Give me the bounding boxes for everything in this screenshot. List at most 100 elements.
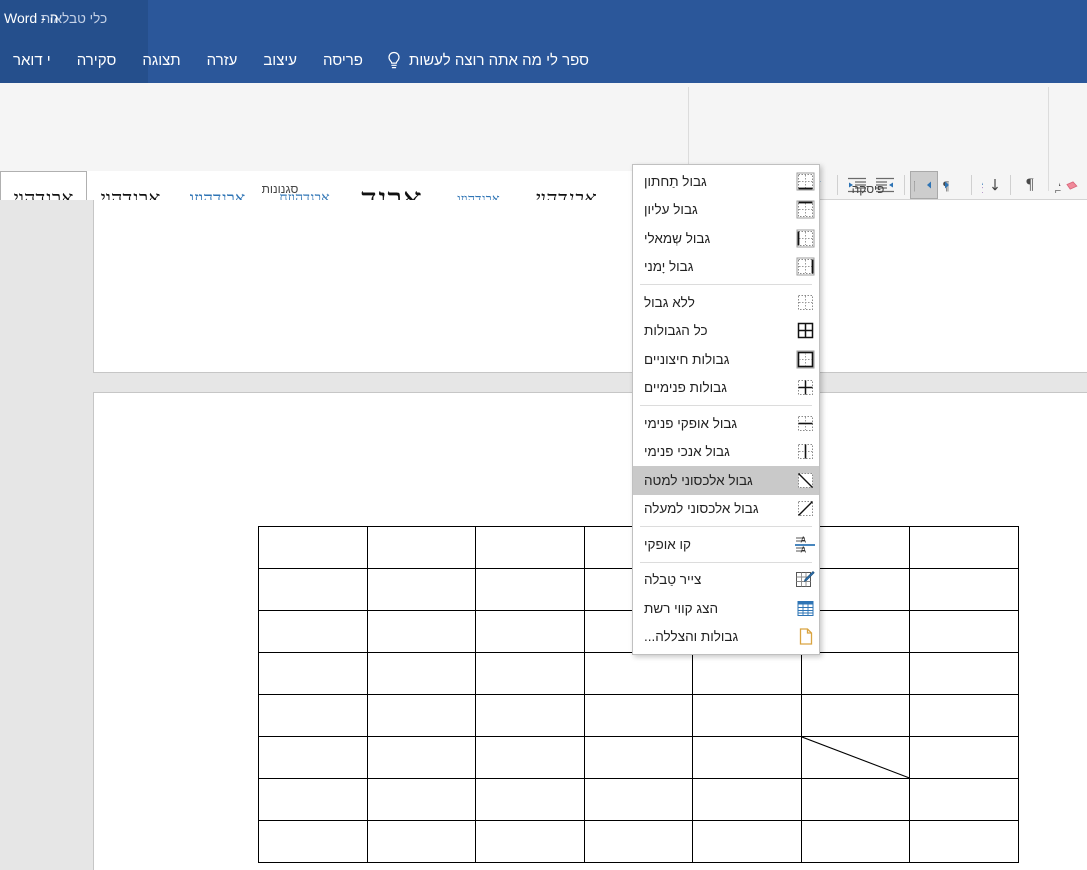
table-cell[interactable] — [258, 736, 368, 779]
border-top-icon — [794, 199, 816, 221]
menu-item-label: גבולות פנימיים — [644, 380, 727, 396]
menu-separator — [640, 561, 812, 563]
document-page-1 — [93, 200, 1087, 373]
tab-mail[interactable]: י דואר — [0, 38, 64, 83]
tab-layout[interactable]: פריסה — [310, 38, 376, 83]
table-cell[interactable] — [692, 652, 802, 695]
table-cell[interactable] — [366, 652, 476, 695]
title-bar: כלי טבלאות ה - Word — [0, 0, 1087, 38]
table-row[interactable] — [258, 820, 1019, 863]
tab-design[interactable]: עיצוב — [250, 38, 310, 83]
menu-item-label: גבול אלכסוני למעלה — [644, 501, 759, 517]
menu-item-border-top[interactable]: גבול עליון — [633, 196, 819, 225]
menu-item-label: גבול אופקי פנימי — [644, 415, 738, 431]
table-cell[interactable] — [258, 610, 368, 653]
table-cell[interactable] — [475, 820, 585, 863]
border-all-icon — [794, 320, 816, 342]
table-cell[interactable] — [909, 820, 1019, 863]
table-cell[interactable] — [475, 652, 585, 695]
menu-item-inside-vertical-border[interactable]: גבול אנכי פנימי — [633, 438, 819, 467]
table-row[interactable] — [258, 652, 1019, 695]
table-row[interactable] — [258, 736, 1019, 779]
menu-item-view-gridlines[interactable]: הצג קווי רשת — [633, 594, 819, 623]
table-cell[interactable] — [258, 694, 368, 737]
table-cell[interactable] — [258, 526, 368, 569]
table-cell[interactable] — [366, 568, 476, 611]
table-cell[interactable] — [475, 610, 585, 653]
ribbon: אבגדהוי רגיל ¶ אבגדהוי ¶ ללא מר... אבגדה… — [0, 83, 1087, 243]
border-diagonal-down-icon — [794, 469, 816, 491]
tab-help[interactable]: עזרה — [194, 38, 251, 83]
table-cell[interactable] — [475, 778, 585, 821]
table-cell[interactable] — [258, 820, 368, 863]
table-cell[interactable] — [475, 736, 585, 779]
table-cell[interactable] — [800, 694, 910, 737]
table-cell[interactable] — [583, 652, 693, 695]
table-row[interactable] — [258, 694, 1019, 737]
ribbon-tab-strip: י דואר סקירה תצוגה עזרה עיצוב פריסה ספר … — [0, 38, 1087, 83]
table-cell[interactable] — [909, 778, 1019, 821]
borders-dropdown-menu[interactable]: גבול תַחתון גבול עליון גבול שְמאלי גבול … — [632, 164, 820, 655]
table-cell[interactable] — [800, 820, 910, 863]
table-cell[interactable] — [583, 736, 693, 779]
table-cell[interactable] — [909, 568, 1019, 611]
table-cell[interactable] — [583, 694, 693, 737]
menu-item-all-borders[interactable]: כל הגבולות — [633, 317, 819, 346]
menu-item-label: גבול אלכסוני למטה — [644, 472, 753, 488]
table-cell[interactable] — [366, 778, 476, 821]
table-cell[interactable] — [692, 820, 802, 863]
menu-item-label: כל הגבולות — [644, 323, 708, 339]
window-title: ה - Word — [4, 10, 59, 26]
table-cell[interactable] — [692, 694, 802, 737]
view-gridlines-icon — [794, 597, 816, 619]
tell-me-search[interactable]: ספר לי מה אתה רוצה לעשות — [376, 38, 599, 83]
tab-review[interactable]: סקירה — [64, 38, 130, 83]
table-cell[interactable] — [583, 820, 693, 863]
table-cell[interactable] — [909, 736, 1019, 779]
menu-item-label: גבול תַחתון — [644, 173, 707, 189]
menu-item-border-left[interactable]: גבול שְמאלי — [633, 224, 819, 253]
table-cell[interactable] — [692, 778, 802, 821]
menu-item-draw-table[interactable]: צייר טַבלה — [633, 566, 819, 595]
menu-item-borders-and-shading[interactable]: גבולות והצללה... — [633, 623, 819, 652]
menu-item-label: גבולות חיצוניים — [644, 351, 730, 367]
table-cell[interactable] — [366, 694, 476, 737]
tab-view[interactable]: תצוגה — [129, 38, 193, 83]
menu-item-outside-borders[interactable]: גבולות חיצוניים — [633, 345, 819, 374]
table-cell[interactable] — [258, 778, 368, 821]
table-cell[interactable] — [258, 568, 368, 611]
table-cell[interactable] — [475, 568, 585, 611]
table-cell[interactable] — [475, 526, 585, 569]
table-cell[interactable] — [366, 820, 476, 863]
border-inside-vertical-icon — [794, 441, 816, 463]
table-cell[interactable] — [692, 736, 802, 779]
table-cell[interactable] — [909, 526, 1019, 569]
menu-item-inside-horizontal-border[interactable]: גבול אופקי פנימי — [633, 409, 819, 438]
table-cell[interactable] — [800, 778, 910, 821]
menu-item-diagonal-down-border[interactable]: גבול אלכסוני למטה — [633, 466, 819, 495]
table-cell[interactable] — [366, 610, 476, 653]
menu-item-label: קו אופקי — [644, 536, 691, 552]
table-cell-with-diagonal[interactable] — [800, 736, 910, 779]
menu-item-border-right[interactable]: גבול יָמני — [633, 253, 819, 282]
table-cell[interactable] — [366, 736, 476, 779]
paragraph-dialog-launcher[interactable]: ⌐ — [1052, 185, 1064, 197]
table-cell[interactable] — [909, 694, 1019, 737]
menu-item-no-border[interactable]: ללא גבול — [633, 288, 819, 317]
table-row[interactable] — [258, 778, 1019, 821]
word-window: כלי טבלאות ה - Word י דואר סקירה תצוגה ע… — [0, 0, 1087, 870]
table-cell[interactable] — [909, 652, 1019, 695]
menu-item-border-bottom[interactable]: גבול תַחתון — [633, 167, 819, 196]
menu-item-label: גבול אנכי פנימי — [644, 444, 730, 460]
menu-item-horizontal-line[interactable]: קו אופקי A A — [633, 530, 819, 559]
table-cell[interactable] — [583, 778, 693, 821]
table-cell[interactable] — [800, 652, 910, 695]
menu-item-diagonal-up-border[interactable]: גבול אלכסוני למעלה — [633, 495, 819, 524]
border-outside-icon — [794, 348, 816, 370]
table-cell[interactable] — [909, 610, 1019, 653]
table-cell[interactable] — [258, 652, 368, 695]
border-bottom-icon — [794, 170, 816, 192]
table-cell[interactable] — [366, 526, 476, 569]
menu-item-inside-borders[interactable]: גבולות פנימיים — [633, 374, 819, 403]
table-cell[interactable] — [475, 694, 585, 737]
